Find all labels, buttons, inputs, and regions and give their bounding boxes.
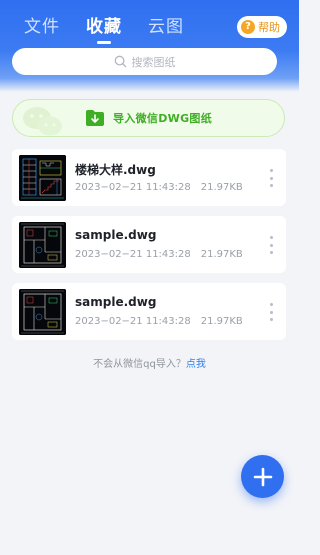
header: 文件 收藏 云图 ? 帮助 搜索图纸 (0, 0, 299, 92)
file-name: 楼梯大样.dwg (75, 163, 156, 177)
tab-files[interactable]: 文件 (24, 14, 60, 40)
file-thumbnail (19, 222, 66, 268)
import-help-hint: 不会从微信qq导入？点我 (0, 355, 299, 370)
add-button[interactable] (241, 455, 284, 498)
file-item[interactable]: sample.dwg 2023−02−21 11:43:28 21.97KB (12, 283, 286, 340)
more-options-icon[interactable] (268, 169, 274, 187)
question-circle-icon: ? (241, 20, 255, 34)
file-meta: 2023−02−21 11:43:28 21.97KB (75, 182, 243, 193)
file-size: 21.97KB (200, 249, 243, 260)
file-thumbnail (19, 155, 66, 201)
folder-download-icon (86, 110, 104, 126)
file-name: sample.dwg (75, 295, 157, 309)
file-meta: 2023−02−21 11:43:28 21.97KB (75, 316, 243, 327)
more-options-icon[interactable] (268, 303, 274, 321)
file-meta: 2023−02−21 11:43:28 21.97KB (75, 249, 243, 260)
file-item[interactable]: 楼梯大样.dwg 2023−02−21 11:43:28 21.97KB (12, 149, 286, 206)
tab-favorites[interactable]: 收藏 (86, 14, 122, 40)
search-placeholder: 搜索图纸 (131, 55, 176, 69)
file-date: 2023−02−21 11:43:28 (75, 182, 191, 193)
more-options-icon[interactable] (268, 236, 274, 254)
file-name: sample.dwg (75, 228, 157, 242)
file-size: 21.97KB (200, 182, 243, 193)
file-date: 2023−02−21 11:43:28 (75, 316, 191, 327)
help-button[interactable]: ? 帮助 (237, 16, 287, 38)
hint-link[interactable]: 点我 (186, 359, 206, 370)
app-screen: 文件 收藏 云图 ? 帮助 搜索图纸 导入微信DWG图纸 楼梯大样.dwg 20… (0, 0, 299, 555)
search-input[interactable]: 搜索图纸 (12, 48, 277, 75)
import-label: 导入微信DWG图纸 (113, 112, 212, 125)
help-label: 帮助 (258, 21, 280, 34)
search-icon (114, 55, 126, 68)
plus-icon (253, 467, 272, 486)
top-tabs: 文件 收藏 云图 (24, 14, 184, 40)
hint-text: 不会从微信qq导入？ (93, 359, 186, 370)
tab-cloud[interactable]: 云图 (148, 14, 184, 40)
import-content: 导入微信DWG图纸 (13, 100, 284, 136)
file-size: 21.97KB (200, 316, 243, 327)
file-thumbnail (19, 289, 66, 335)
file-date: 2023−02−21 11:43:28 (75, 249, 191, 260)
file-item[interactable]: sample.dwg 2023−02−21 11:43:28 21.97KB (12, 216, 286, 273)
import-wechat-dwg-button[interactable]: 导入微信DWG图纸 (12, 99, 285, 137)
